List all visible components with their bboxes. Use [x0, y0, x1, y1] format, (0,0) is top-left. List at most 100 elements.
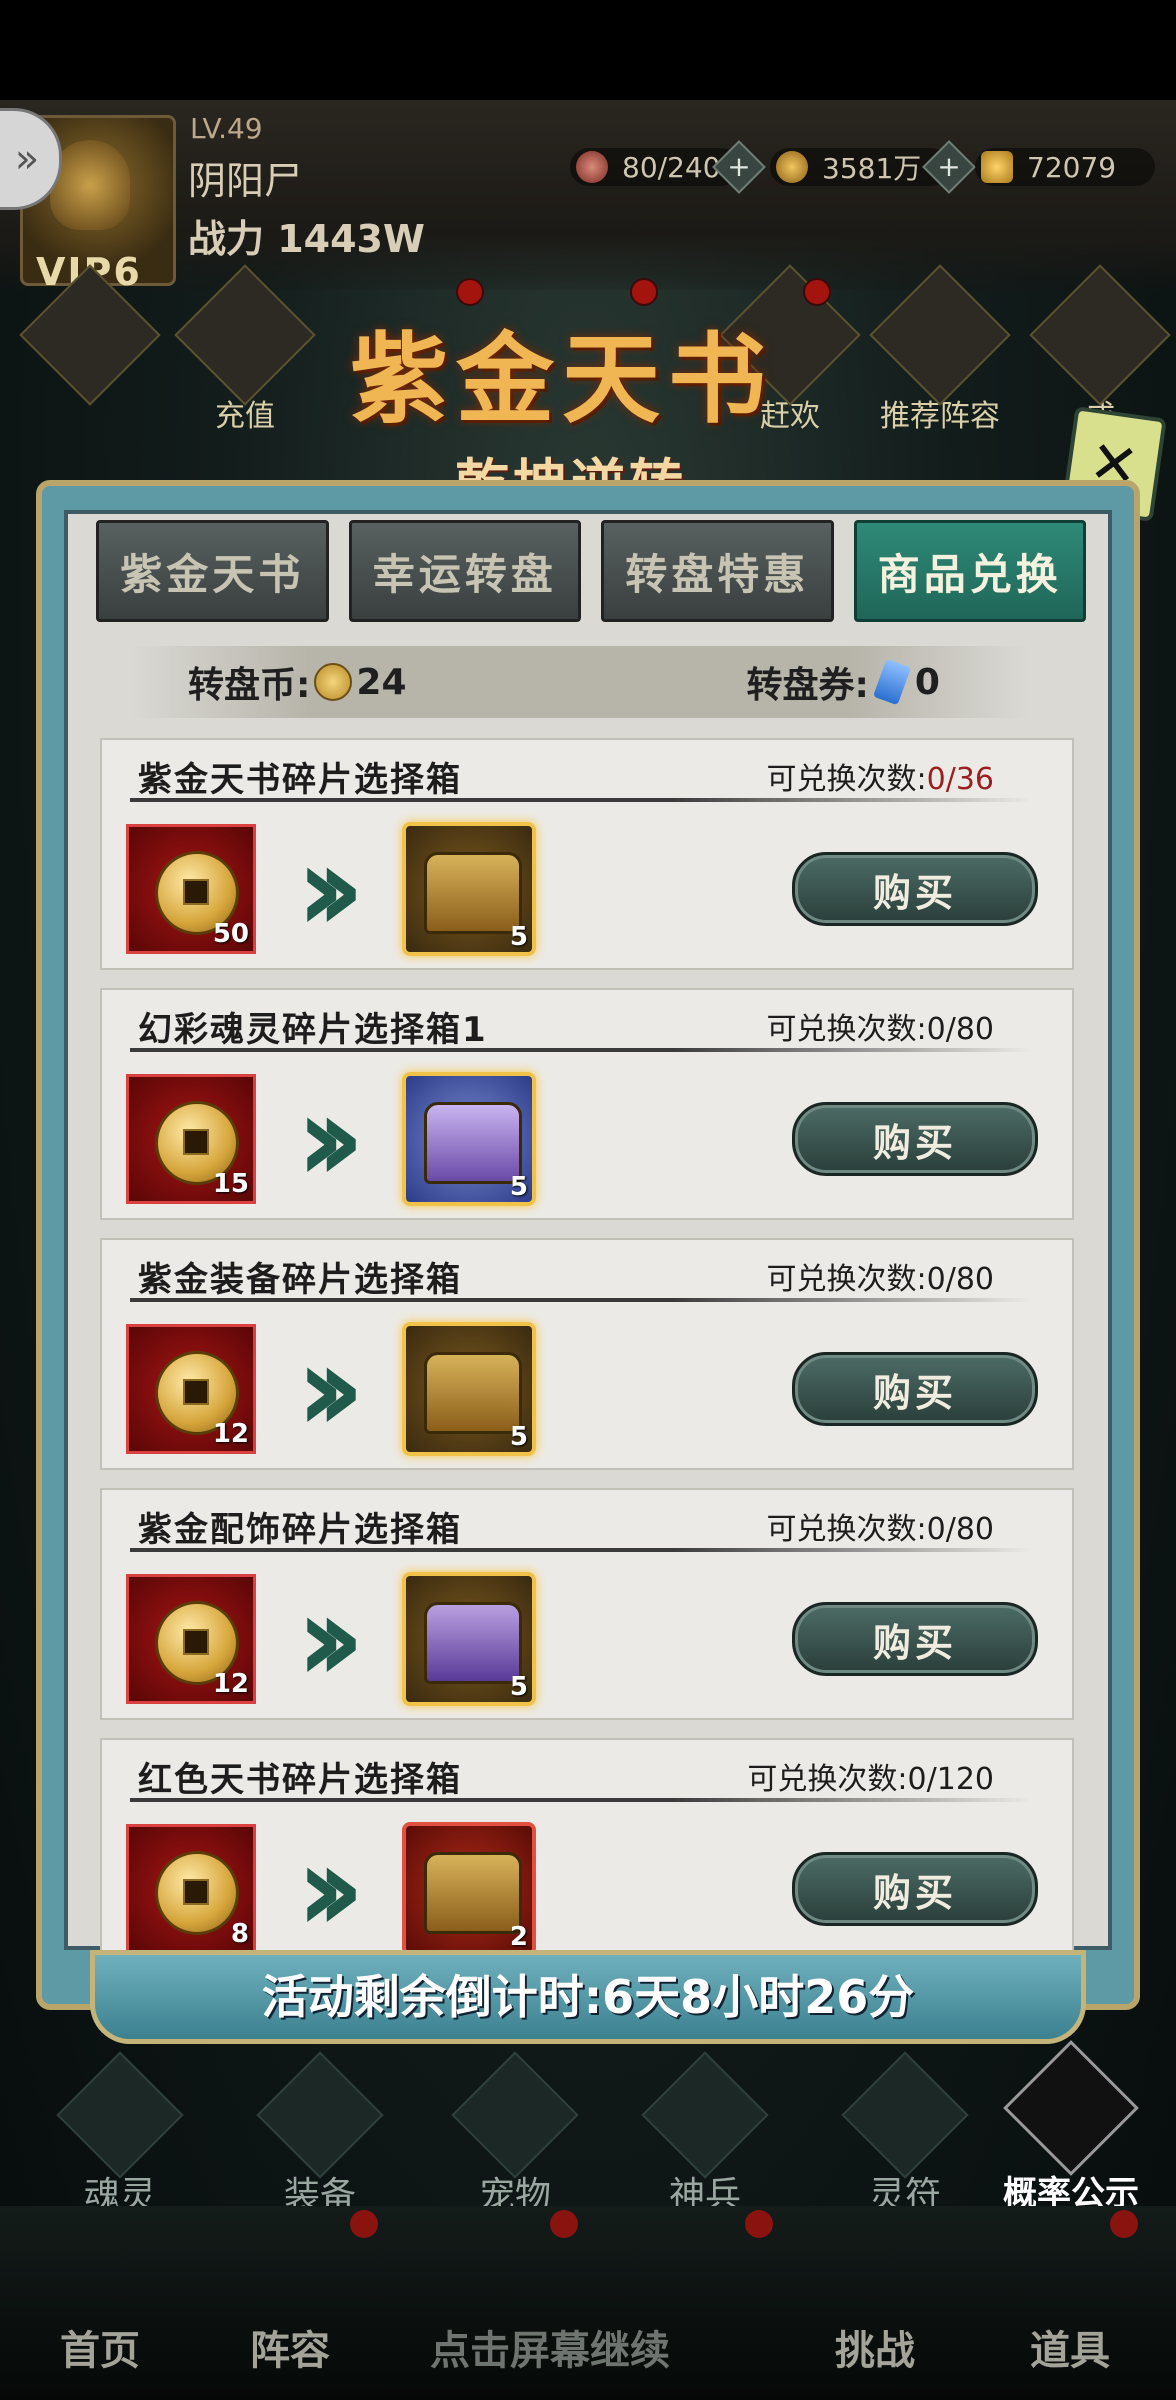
buy-button[interactable]: 购买 — [792, 852, 1038, 926]
status-bar-area — [0, 0, 1176, 100]
recharge-button[interactable]: 充值 — [174, 264, 316, 435]
spin-wheel-icon-slot[interactable] — [19, 264, 161, 406]
double-chevron-right-icon: ›› — [296, 1820, 365, 1950]
growth-icon — [1029, 264, 1171, 406]
reward-qty: 5 — [509, 922, 528, 952]
nav-challenge[interactable]: 挑战 — [835, 2318, 915, 2376]
talisman-button[interactable]: 灵符 — [830, 2051, 980, 2218]
exchange-limit-label: 可兑换次数: — [766, 762, 927, 797]
divine-weapon-button[interactable]: 神兵 — [630, 2051, 780, 2218]
cost-slot[interactable]: 12 — [126, 1574, 256, 1704]
list-item: 幻彩魂灵碎片选择箱1 可兑换次数:0/80 15 ›› 5 购买 — [100, 988, 1074, 1220]
exchange-list[interactable]: 紫金天书碎片选择箱 可兑换次数:0/36 50 ›› 5 购买 幻彩魂灵碎片选择… — [100, 738, 1074, 1950]
cost-qty: 15 — [212, 1169, 249, 1199]
recommend-icon — [869, 264, 1011, 406]
list-item: 紫金天书碎片选择箱 可兑换次数:0/36 50 ›› 5 购买 — [100, 738, 1074, 970]
copper-value: 3581万 — [822, 152, 922, 185]
treasure-chest-icon — [424, 1102, 522, 1184]
soul-icon — [56, 2051, 184, 2179]
exchange-limit: 可兑换次数:0/36 — [767, 754, 994, 798]
wheel-coin-icon — [155, 1851, 239, 1935]
nav-lineup[interactable]: 阵容 — [250, 2318, 330, 2376]
wheel-ticket-label: 转盘券: — [746, 665, 869, 706]
wheel-ticket-value: 0 — [914, 661, 940, 703]
list-item: 紫金装备碎片选择箱 可兑换次数:0/80 12 ›› 5 购买 — [100, 1238, 1074, 1470]
pet-button[interactable]: 宠物 — [440, 2051, 590, 2218]
buy-button[interactable]: 购买 — [792, 1352, 1038, 1426]
equipment-button[interactable]: 装备 — [245, 2051, 395, 2218]
probability-icon — [1003, 2040, 1139, 2176]
wheel-ticket-icon — [872, 658, 911, 706]
divider — [130, 798, 1032, 802]
treasure-chest-icon — [424, 852, 522, 934]
tab-wheel-deals[interactable]: 转盘特惠 — [601, 520, 834, 622]
copper-resource: 3581万 + — [770, 140, 976, 194]
buy-button[interactable]: 购买 — [792, 1102, 1038, 1176]
gold-ingot-icon — [981, 151, 1013, 183]
event-countdown: 活动剩余倒计时:6天8小时26分 — [261, 1970, 915, 2024]
probability-button[interactable]: 概率公示 — [996, 2040, 1146, 2215]
stamina-icon — [576, 151, 608, 183]
item-name: 紫金天书碎片选择箱 — [138, 760, 462, 800]
reward-qty: 5 — [509, 1672, 528, 1702]
equipment-icon — [256, 2051, 384, 2179]
double-chevron-right-icon: ›› — [296, 1070, 365, 1209]
notification-dot — [803, 278, 831, 306]
exchange-limit-label: 可兑换次数: — [766, 1012, 927, 1047]
cost-slot[interactable]: 12 — [126, 1324, 256, 1454]
wheel-coin-label: 转盘币: — [188, 665, 311, 706]
reward-qty: 5 — [509, 1422, 528, 1452]
copper-coin-icon — [776, 151, 808, 183]
cost-qty: 50 — [212, 919, 249, 949]
divider — [130, 1048, 1032, 1052]
tab-purple-gold-book[interactable]: 紫金天书 — [96, 520, 329, 622]
tab-item-exchange[interactable]: 商品兑换 — [853, 520, 1086, 622]
double-chevron-right-icon: ›› — [296, 820, 365, 959]
soul-button[interactable]: 魂灵 — [45, 2051, 195, 2218]
reward-slot[interactable]: 5 — [402, 1322, 536, 1456]
item-name: 紫金配饰碎片选择箱 — [138, 1510, 462, 1550]
cost-slot[interactable]: 8 — [126, 1824, 256, 1950]
nav-items[interactable]: 道具 — [1030, 2318, 1110, 2376]
cost-qty: 8 — [230, 1919, 249, 1949]
reward-qty: 2 — [509, 1922, 528, 1950]
exchange-limit-label: 可兑换次数: — [747, 1762, 908, 1797]
buy-button[interactable]: 购买 — [792, 1852, 1038, 1926]
talisman-icon — [841, 2051, 969, 2179]
treasure-chest-icon — [424, 1352, 522, 1434]
exchange-count: 0/80 — [926, 1512, 994, 1547]
reward-slot[interactable]: 5 — [402, 1572, 536, 1706]
wheel-coin-value: 24 — [356, 661, 407, 703]
exchange-limit: 可兑换次数:0/80 — [767, 1004, 994, 1048]
cost-slot[interactable]: 50 — [126, 824, 256, 954]
exchange-count: 0/120 — [907, 1762, 994, 1797]
item-name: 红色天书碎片选择箱 — [138, 1760, 462, 1800]
tap-to-continue-hint[interactable]: 点击屏幕继续 — [430, 2318, 670, 2376]
cost-slot[interactable]: 15 — [126, 1074, 256, 1204]
exchange-limit-label: 可兑换次数: — [766, 1262, 927, 1297]
divider — [130, 1298, 1032, 1302]
tab-lucky-wheel[interactable]: 幸运转盘 — [348, 520, 581, 622]
buy-button[interactable]: 购买 — [792, 1602, 1038, 1676]
player-hud — [0, 100, 1176, 290]
recommend-lineup-button[interactable]: 推荐阵容 — [869, 264, 1011, 435]
exchange-limit: 可兑换次数:0/80 — [767, 1504, 994, 1548]
nav-home[interactable]: 首页 — [60, 2318, 140, 2376]
notification-dot — [1110, 2210, 1138, 2238]
exchange-count: 0/36 — [926, 762, 994, 797]
cost-qty: 12 — [212, 1419, 249, 1449]
reward-slot[interactable]: 5 — [402, 822, 536, 956]
divine-weapon-icon — [641, 2051, 769, 2179]
currency-bar: 转盘币: 24 转盘券: 0 — [130, 646, 1030, 718]
reward-slot[interactable]: 2 — [402, 1822, 536, 1950]
stamina-value: 80/240 — [622, 150, 721, 184]
reward-slot[interactable]: 5 — [402, 1072, 536, 1206]
exchange-count: 0/80 — [926, 1012, 994, 1047]
pet-icon — [451, 2051, 579, 2179]
avatar-mask-icon — [50, 140, 130, 230]
item-name: 幻彩魂灵碎片选择箱1 — [138, 1010, 488, 1050]
notification-dot — [350, 2210, 378, 2238]
double-chevron-right-icon: ›› — [296, 1320, 365, 1459]
cost-qty: 12 — [212, 1669, 249, 1699]
spin-wheel-icon — [19, 264, 161, 406]
